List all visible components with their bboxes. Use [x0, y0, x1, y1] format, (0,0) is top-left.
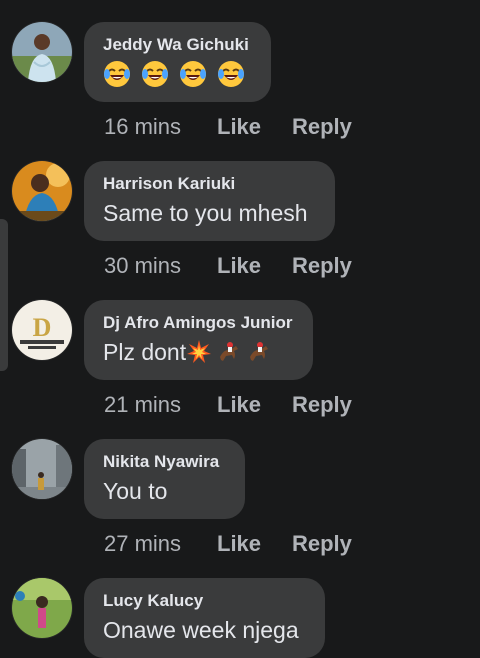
- like-button[interactable]: Like: [217, 392, 292, 418]
- comment-bubble[interactable]: Dj Afro Amingos Junior Plz dont: [84, 300, 313, 380]
- comment-text: You to: [103, 478, 168, 504]
- comment-time[interactable]: 27 mins: [104, 531, 217, 557]
- like-button[interactable]: Like: [217, 253, 292, 279]
- comment-text: [103, 60, 251, 88]
- comment-text-body: Plz dont: [103, 339, 187, 365]
- like-button[interactable]: Like: [217, 114, 292, 140]
- horse-racing-icon: [246, 339, 272, 365]
- reply-button[interactable]: Reply: [292, 392, 352, 418]
- avatar-photo-icon: [12, 578, 72, 638]
- comment-author[interactable]: Nikita Nyawira: [103, 452, 225, 472]
- collision-icon: [186, 339, 212, 365]
- comment-author[interactable]: Dj Afro Amingos Junior: [103, 313, 293, 333]
- tears-of-joy-icon: [103, 60, 131, 88]
- avatar-photo-icon: [12, 22, 72, 82]
- comment-text: Plz dont: [103, 338, 293, 366]
- comment-bubble[interactable]: Nikita Nyawira You to: [84, 439, 245, 519]
- dj-logo-icon: D: [12, 300, 72, 360]
- comment-meta: 30 mins Like Reply: [104, 252, 352, 280]
- comment-time[interactable]: 30 mins: [104, 253, 217, 279]
- avatar-photo-icon: [12, 439, 72, 499]
- svg-text:D: D: [33, 313, 52, 342]
- like-button[interactable]: Like: [217, 531, 292, 557]
- comment-bubble[interactable]: Lucy Kalucy Onawe week njega: [84, 578, 325, 658]
- horse-racing-icon: [216, 339, 242, 365]
- comment-bubble[interactable]: Harrison Kariuki Same to you mhesh: [84, 161, 335, 241]
- comment-bubble[interactable]: Jeddy Wa Gichuki: [84, 22, 271, 102]
- scroll-edge-handle[interactable]: [0, 219, 8, 371]
- reply-button[interactable]: Reply: [292, 253, 352, 279]
- avatar-photo-icon: [12, 161, 72, 221]
- avatar[interactable]: [12, 439, 72, 499]
- avatar[interactable]: [12, 161, 72, 221]
- comment-text: Same to you mhesh: [103, 200, 308, 226]
- avatar[interactable]: [12, 578, 72, 638]
- comment-meta: 16 mins Like Reply: [104, 113, 352, 141]
- comment-text: Onawe week njega: [103, 617, 299, 643]
- reply-button[interactable]: Reply: [292, 531, 352, 557]
- reply-button[interactable]: Reply: [292, 114, 352, 140]
- comment-meta: 27 mins Like Reply: [104, 530, 352, 558]
- comment-author[interactable]: Lucy Kalucy: [103, 591, 305, 611]
- avatar[interactable]: [12, 22, 72, 82]
- avatar[interactable]: D: [12, 300, 72, 360]
- tears-of-joy-icon: [141, 60, 169, 88]
- comment-time[interactable]: 21 mins: [104, 392, 217, 418]
- comment-author[interactable]: Harrison Kariuki: [103, 174, 315, 194]
- tears-of-joy-icon: [179, 60, 207, 88]
- comment-meta: 21 mins Like Reply: [104, 391, 352, 419]
- tears-of-joy-icon: [217, 60, 245, 88]
- comments-screen: Jeddy Wa Gichuki 16 mins Like Reply Harr…: [0, 0, 480, 658]
- comment-author[interactable]: Jeddy Wa Gichuki: [103, 35, 251, 55]
- comment-time[interactable]: 16 mins: [104, 114, 217, 140]
